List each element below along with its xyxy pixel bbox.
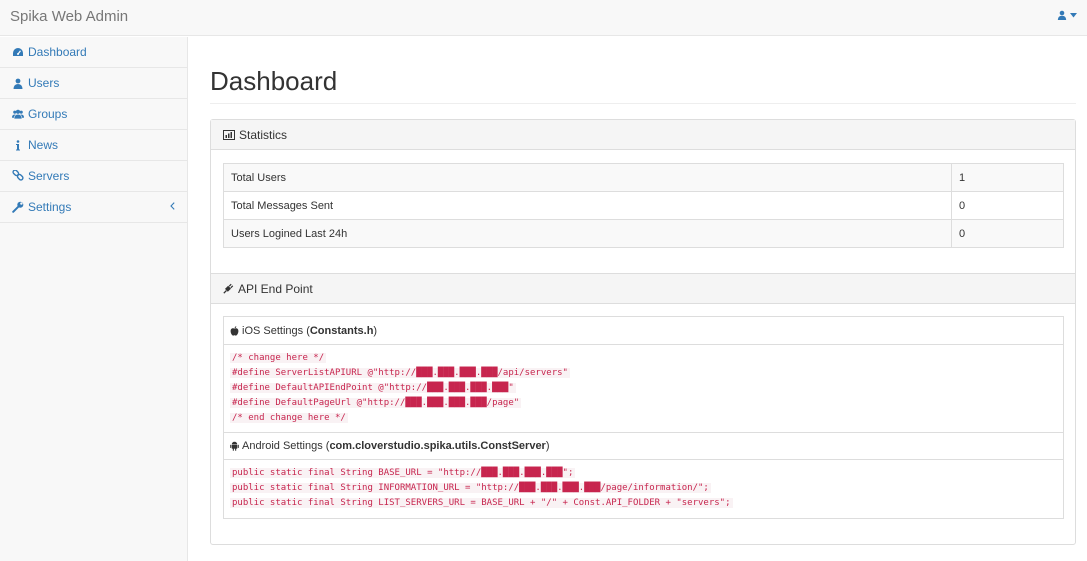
caret-down-icon (1070, 12, 1077, 18)
sidebar-item-servers[interactable]: Servers (0, 161, 187, 192)
sidebar-item-dashboard[interactable]: Dashboard (0, 37, 187, 68)
ios-settings-heading: iOS Settings ( Constants.h ) (224, 317, 1063, 345)
user-menu-button[interactable] (1057, 10, 1077, 20)
ios-settings-suffix: ) (373, 324, 378, 337)
sidebar-item-label: Groups (28, 107, 68, 121)
sidebar-item-label: Dashboard (28, 45, 87, 59)
stat-label: Users Logined Last 24h (223, 219, 952, 248)
user-icon (1057, 10, 1067, 20)
api-endpoint-heading: API End Point (211, 273, 1075, 304)
android-icon (230, 441, 239, 451)
stat-label: Total Users (223, 163, 952, 192)
users-icon (12, 108, 24, 120)
page-title: Dashboard (210, 66, 1076, 104)
sidebar-item-label: Servers (28, 169, 70, 183)
api-endpoint-heading-label: API End Point (238, 281, 313, 296)
api-settings-box: iOS Settings ( Constants.h ) /* change h… (223, 316, 1064, 519)
code-line: #define DefaultPageUrl @"http://███.███.… (230, 398, 522, 408)
android-settings-file: com.cloverstudio.spika.utils.ConstServer (329, 440, 546, 452)
stat-label: Total Messages Sent (223, 191, 952, 220)
brand-title[interactable]: Spika Web Admin (10, 8, 128, 25)
ios-settings-prefix: iOS Settings ( (242, 324, 310, 337)
table-row: Users Logined Last 24h 0 (223, 219, 1064, 248)
user-icon (12, 77, 24, 89)
sidebar-item-groups[interactable]: Groups (0, 99, 187, 130)
link-icon (12, 170, 24, 182)
ios-settings-file: Constants.h (309, 324, 374, 337)
ios-code-block: /* change here */ #define ServerListAPIU… (224, 345, 1063, 432)
statistics-heading: Statistics (211, 120, 1075, 150)
dashboard-panel: Statistics Total Users 1 Total Messages … (210, 119, 1076, 545)
table-row: Total Users 1 (223, 163, 1064, 192)
chevron-left-icon (170, 201, 175, 213)
code-line: /* end change here */ (230, 413, 348, 423)
apple-icon (230, 325, 239, 336)
code-line: #define ServerListAPIURL @"http://███.██… (230, 368, 570, 378)
main-content: Dashboard (210, 37, 1076, 104)
sidebar: Dashboard Users Groups News Servers Sett… (0, 37, 188, 561)
sidebar-item-label: Settings (28, 200, 72, 214)
table-row: Total Messages Sent 0 (223, 191, 1064, 220)
sidebar-item-users[interactable]: Users (0, 68, 187, 99)
stat-value: 0 (951, 191, 1064, 220)
stat-value: 0 (951, 219, 1064, 248)
code-line: public static final String INFORMATION_U… (230, 483, 711, 493)
code-line: /* change here */ (230, 353, 327, 363)
sidebar-item-settings[interactable]: Settings (0, 192, 187, 223)
android-settings-heading: Android Settings ( com.cloverstudio.spik… (224, 432, 1063, 460)
statistics-heading-label: Statistics (239, 127, 288, 142)
dashboard-icon (12, 46, 24, 58)
android-settings-prefix: Android Settings ( (242, 440, 330, 452)
info-icon (12, 139, 24, 151)
sidebar-item-label: Users (28, 76, 60, 90)
sidebar-item-label: News (28, 138, 59, 152)
top-navbar: Spika Web Admin (0, 0, 1087, 36)
stats-icon (223, 129, 235, 140)
code-line: public static final String LIST_SERVERS_… (230, 498, 733, 508)
android-settings-suffix: ) (545, 440, 550, 452)
sidebar-item-news[interactable]: News (0, 130, 187, 161)
statistics-table: Total Users 1 Total Messages Sent 0 User… (223, 163, 1064, 248)
stat-value: 1 (951, 163, 1064, 192)
android-code-block: public static final String BASE_URL = "h… (224, 460, 1063, 517)
wrench-icon (12, 201, 24, 213)
code-line: public static final String BASE_URL = "h… (230, 468, 576, 478)
code-line: #define DefaultAPIEndPoint @"http://███.… (230, 383, 516, 393)
plug-icon (223, 283, 234, 294)
